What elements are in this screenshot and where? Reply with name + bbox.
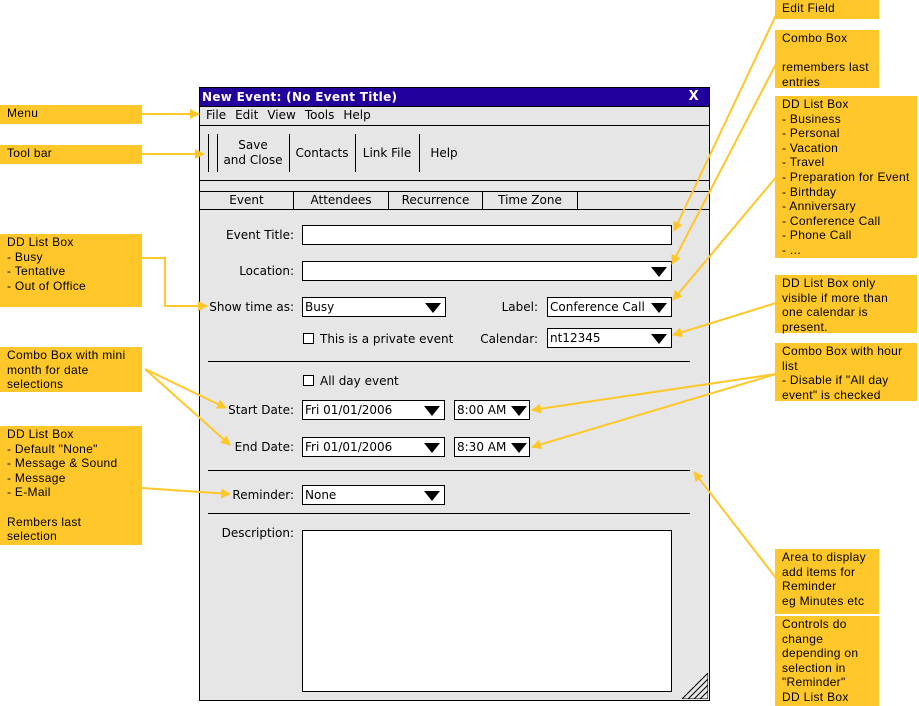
start-time-value: 8:00 AM xyxy=(457,403,507,417)
toolbar-grip[interactable] xyxy=(208,134,209,172)
toolbar-strip xyxy=(200,181,709,192)
dropdown-arrow-icon[interactable] xyxy=(425,303,441,313)
toolbar: Save and Close Contacts Link File Help xyxy=(200,126,709,181)
start-date-value: Fri 01/01/2006 xyxy=(305,403,393,417)
calendar-dropdown[interactable]: nt12345 xyxy=(547,328,672,348)
show-time-as-label: Show time as: xyxy=(209,300,294,314)
dropdown-arrow-icon[interactable] xyxy=(651,334,667,344)
dropdown-arrow-icon[interactable] xyxy=(424,491,440,501)
annotation-reminder: DD List Box - Default "None" - Message &… xyxy=(0,426,142,545)
dropdown-arrow-icon[interactable] xyxy=(511,443,527,453)
event-title-input[interactable] xyxy=(302,225,672,245)
annotation-show-time: DD List Box - Busy - Tentative - Out of … xyxy=(0,234,142,307)
menu-bar: File Edit View Tools Help xyxy=(200,107,709,126)
reminder-dropdown[interactable]: None xyxy=(302,485,445,505)
tab-time-zone[interactable]: Time Zone xyxy=(483,192,578,209)
menu-view[interactable]: View xyxy=(267,107,295,124)
description-textarea[interactable] xyxy=(302,530,672,692)
contacts-button[interactable]: Contacts xyxy=(290,134,354,172)
start-date-combo[interactable]: Fri 01/01/2006 xyxy=(302,400,445,420)
dropdown-arrow-icon[interactable] xyxy=(511,406,527,416)
start-date-label: Start Date: xyxy=(228,403,294,417)
tab-attendees[interactable]: Attendees xyxy=(294,192,389,209)
menu-file[interactable]: File xyxy=(206,107,226,124)
all-day-label: All day event xyxy=(320,374,399,388)
tab-event[interactable]: Event xyxy=(200,192,294,209)
label-dropdown[interactable]: Conference Call xyxy=(547,297,672,317)
dropdown-arrow-icon[interactable] xyxy=(424,443,440,453)
link-file-button[interactable]: Link File xyxy=(356,134,418,172)
checkbox-icon[interactable] xyxy=(303,375,314,386)
title-bar: New Event: (No Event Title) X xyxy=(200,88,709,107)
calendar-value: nt12345 xyxy=(550,331,601,345)
annotation-location: Combo Box remembers last entries xyxy=(775,30,879,89)
description-label: Description: xyxy=(221,526,294,540)
calendar-label: Calendar: xyxy=(480,332,538,346)
annotation-toolbar: Tool bar xyxy=(0,145,142,164)
annotation-edit-field: Edit Field xyxy=(775,0,879,19)
show-time-as-dropdown[interactable]: Busy xyxy=(302,297,446,317)
dropdown-arrow-icon[interactable] xyxy=(424,406,440,416)
label-value: Conference Call xyxy=(550,300,645,314)
annotation-calendar: DD List Box only visible if more than on… xyxy=(775,275,917,334)
reminder-value: None xyxy=(305,488,337,502)
checkbox-icon[interactable] xyxy=(303,333,314,344)
close-icon[interactable]: X xyxy=(689,88,699,106)
annotation-label: DD List Box - Business - Personal - Vaca… xyxy=(775,96,917,258)
show-time-as-value: Busy xyxy=(305,300,335,314)
annotation-time: Combo Box with hour list - Disable if "A… xyxy=(775,343,917,402)
annotation-controls-change: Controls do change depending on selectio… xyxy=(775,616,879,706)
section-divider xyxy=(208,470,690,471)
end-time-value: 8:30 AM xyxy=(457,440,507,454)
end-date-label: End Date: xyxy=(234,440,294,454)
private-event-label: This is a private event xyxy=(320,332,454,346)
all-day-checkbox[interactable]: All day event xyxy=(303,373,399,389)
window-title: New Event: (No Event Title) xyxy=(202,90,398,104)
dropdown-arrow-icon[interactable] xyxy=(651,267,667,277)
end-date-combo[interactable]: Fri 01/01/2006 xyxy=(302,437,445,457)
private-event-checkbox[interactable]: This is a private event xyxy=(303,331,453,347)
end-time-combo[interactable]: 8:30 AM xyxy=(454,437,530,457)
location-combo[interactable] xyxy=(302,261,672,281)
tab-recurrence[interactable]: Recurrence xyxy=(389,192,483,209)
annotation-menu: Menu xyxy=(0,105,142,124)
event-title-label: Event Title: xyxy=(226,228,294,242)
tab-divider xyxy=(200,209,709,210)
tab-bar: Event Attendees Recurrence Time Zone xyxy=(200,192,578,209)
menu-tools[interactable]: Tools xyxy=(305,107,335,124)
location-label: Location: xyxy=(239,264,294,278)
new-event-window: New Event: (No Event Title) X File Edit Vi… xyxy=(199,87,710,701)
help-button[interactable]: Help xyxy=(420,134,468,172)
arrow-show-time xyxy=(142,257,208,311)
annotation-date: Combo Box with mini month for date selec… xyxy=(0,347,142,392)
menu-help[interactable]: Help xyxy=(343,107,370,124)
label-label: Label: xyxy=(501,300,538,314)
resize-grip-icon[interactable] xyxy=(682,673,708,699)
section-divider xyxy=(208,361,690,362)
section-divider xyxy=(208,513,690,514)
save-and-close-button[interactable]: Save and Close xyxy=(218,134,288,172)
reminder-label: Reminder: xyxy=(232,488,294,502)
annotation-reminder-area: Area to display add items for Reminder e… xyxy=(775,549,879,614)
dropdown-arrow-icon[interactable] xyxy=(651,303,667,313)
start-time-combo[interactable]: 8:00 AM xyxy=(454,400,530,420)
end-date-value: Fri 01/01/2006 xyxy=(305,440,393,454)
menu-edit[interactable]: Edit xyxy=(235,107,258,124)
